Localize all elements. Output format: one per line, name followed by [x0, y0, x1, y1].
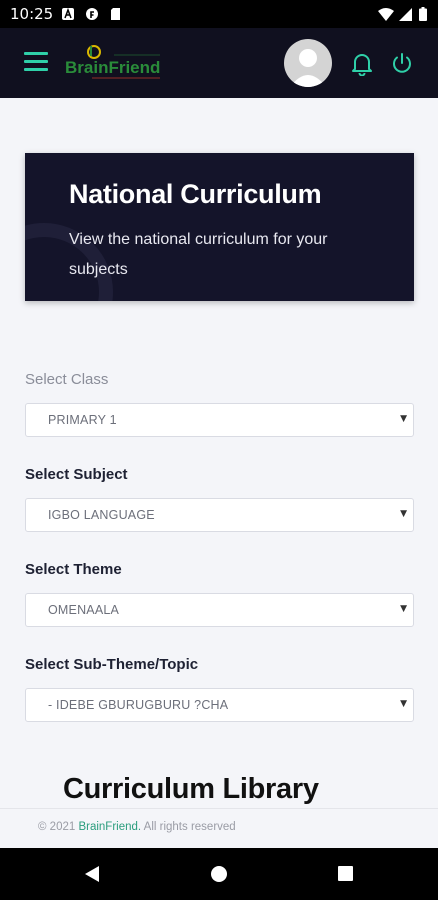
- hamburger-icon[interactable]: [24, 52, 48, 72]
- select-topic-dropdown[interactable]: - IDEBE GBURUGBURU ?CHA ▼: [25, 688, 414, 722]
- select-class-label: Select Class: [25, 371, 109, 388]
- chevron-down-icon: ▼: [400, 509, 407, 519]
- signal-icon: [399, 8, 412, 21]
- page-title: National Curriculum: [69, 179, 322, 209]
- wifi-icon: [378, 8, 394, 21]
- select-theme-dropdown[interactable]: OMENAALA ▼: [25, 593, 414, 627]
- select-subject-dropdown[interactable]: IGBO LANGUAGE ▼: [25, 498, 414, 532]
- notification-f-icon: [86, 8, 98, 20]
- avatar[interactable]: [284, 39, 332, 87]
- select-class-dropdown[interactable]: PRIMARY 1 ▼: [25, 403, 414, 437]
- select-topic-label: Select Sub-Theme/Topic: [25, 656, 199, 673]
- chevron-down-icon: ▼: [400, 414, 407, 424]
- home-icon[interactable]: [211, 866, 227, 882]
- power-icon[interactable]: [391, 52, 413, 74]
- avatar-person-icon: [290, 49, 326, 87]
- chevron-down-icon: ▼: [400, 604, 407, 614]
- hero-banner: National Curriculum View the national cu…: [25, 153, 414, 301]
- copyright-suffix: All rights reserved: [141, 821, 236, 833]
- sd-card-icon: [111, 8, 120, 20]
- copyright-prefix: © 2021: [38, 821, 79, 833]
- bell-icon[interactable]: [351, 52, 373, 76]
- copyright-text: © 2021 BrainFriend. All rights reserved: [38, 821, 236, 833]
- chevron-down-icon: ▼: [400, 699, 407, 709]
- select-subject-value: IGBO LANGUAGE: [48, 508, 155, 522]
- status-bar: 10:25: [0, 0, 438, 28]
- footer-brand-link[interactable]: BrainFriend.: [78, 821, 141, 833]
- footer: © 2021 BrainFriend. All rights reserved: [0, 808, 438, 849]
- recents-icon[interactable]: [338, 866, 353, 881]
- select-theme-value: OMENAALA: [48, 603, 120, 617]
- curriculum-library-heading: Curriculum Library: [63, 773, 319, 805]
- select-class-value: PRIMARY 1: [48, 413, 117, 427]
- system-nav-bar: [0, 848, 438, 900]
- app-bar: BrainFriend: [0, 28, 438, 98]
- logo-text: BrainFriend: [65, 58, 160, 77]
- select-theme-label: Select Theme: [25, 561, 122, 578]
- select-topic-value: - IDEBE GBURUGBURU ?CHA: [48, 698, 229, 712]
- status-time: 10:25: [10, 5, 54, 23]
- notification-a-icon: [62, 8, 74, 20]
- battery-icon: [419, 7, 427, 21]
- back-icon[interactable]: [84, 865, 100, 883]
- select-subject-label: Select Subject: [25, 466, 128, 483]
- page-subtitle: View the national curriculum for your su…: [69, 231, 328, 278]
- brainfriend-logo[interactable]: BrainFriend: [64, 42, 164, 86]
